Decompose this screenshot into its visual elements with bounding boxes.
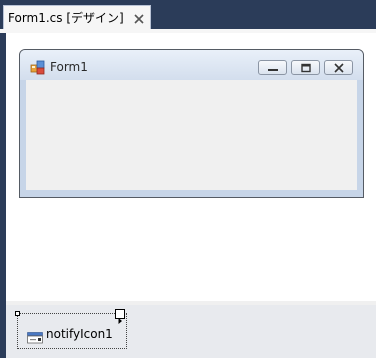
form-app-icon — [30, 60, 46, 76]
smart-tag-arrow-icon — [118, 318, 122, 324]
form-title: Form1 — [50, 60, 88, 74]
form-title-bar[interactable]: Form1 — [20, 50, 363, 80]
document-tab-strip: Form1.cs [デザイン] — [0, 0, 376, 30]
maximize-icon — [301, 63, 311, 73]
maximize-button[interactable] — [291, 60, 320, 75]
minimize-icon — [268, 69, 278, 71]
close-icon — [334, 63, 344, 73]
document-tab[interactable]: Form1.cs [デザイン] — [3, 5, 151, 30]
smart-tag-button[interactable] — [115, 309, 125, 324]
document-tab-title: Form1.cs [デザイン] — [8, 11, 124, 25]
selection-handle[interactable] — [15, 311, 20, 316]
minimize-button[interactable] — [258, 60, 287, 75]
close-icon[interactable] — [132, 11, 146, 25]
component-tray[interactable]: notifyIcon1 — [6, 305, 376, 358]
tray-item-notifyicon[interactable]: notifyIcon1 — [15, 309, 127, 349]
tray-item-label: notifyIcon1 — [46, 327, 113, 341]
notify-icon — [27, 329, 43, 344]
form-close-button[interactable] — [324, 60, 353, 75]
form-client-area[interactable] — [26, 80, 357, 190]
form-designer-window[interactable]: Form1 — [19, 49, 364, 198]
designer-surface[interactable]: Form1 — [6, 33, 376, 301]
